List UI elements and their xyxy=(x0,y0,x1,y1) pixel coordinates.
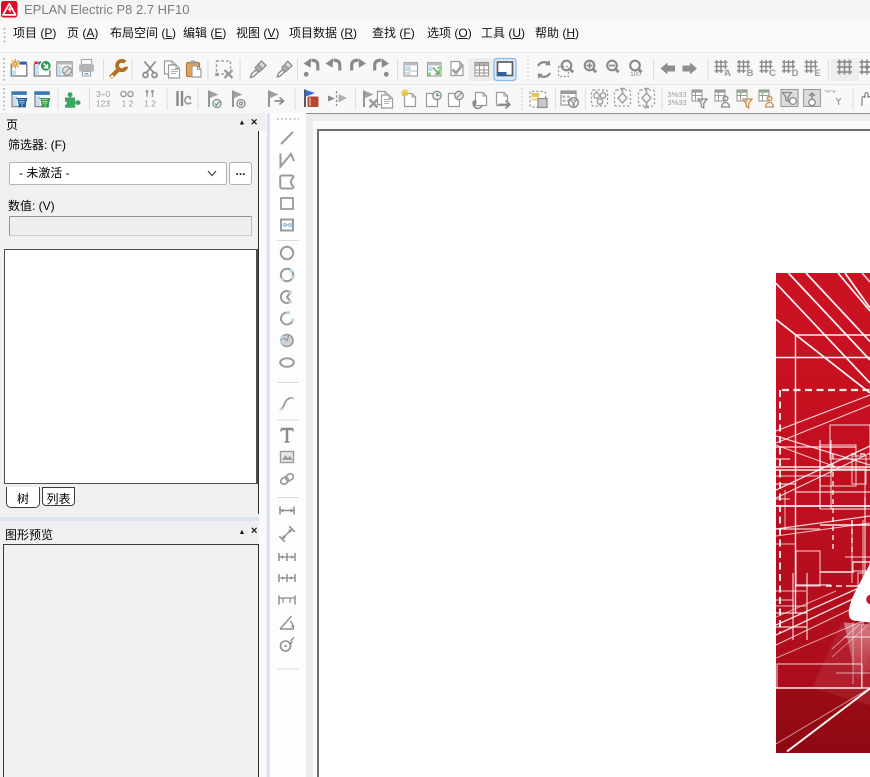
svg-text:100: 100 xyxy=(630,71,641,78)
svg-text:B: B xyxy=(747,68,754,79)
svg-text:A: A xyxy=(724,68,731,79)
svg-text:3÷0: 3÷0 xyxy=(96,89,110,99)
svg-text:E: E xyxy=(814,68,820,79)
svg-text:1 2: 1 2 xyxy=(144,99,156,109)
svg-text:”*”*: ”*”* xyxy=(824,89,836,98)
svg-text:1 2: 1 2 xyxy=(122,99,134,109)
svg-text:3%33: 3%33 xyxy=(667,98,686,107)
svg-text:D: D xyxy=(792,68,799,79)
svg-text:123: 123 xyxy=(96,99,110,109)
svg-text:C: C xyxy=(769,68,776,79)
